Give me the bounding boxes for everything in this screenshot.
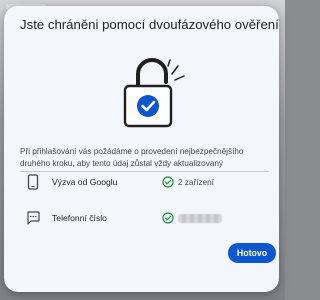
masked-phone-number — [178, 214, 222, 223]
done-button[interactable]: Hotovo — [228, 243, 276, 263]
two-step-verification-dialog: Jste chráněni pomocí dvoufázového ověřen… — [4, 6, 279, 292]
dialog-description: Při přihlašování vás požádáme o proveden… — [20, 147, 244, 168]
divider — [20, 171, 269, 172]
method-label-phone-number: Telefonní číslo — [52, 213, 107, 223]
check-circle-icon — [162, 212, 174, 224]
method-label-google-prompt: Výzva od Googlu — [52, 177, 118, 187]
dialog-title: Jste chráněni pomocí dvoufázového ověřen… — [20, 17, 279, 32]
check-circle-icon — [162, 176, 174, 188]
sms-icon — [27, 211, 40, 225]
lock-check-icon — [123, 58, 185, 128]
method-value-devices: 2 zařízení — [178, 178, 214, 187]
phone-icon — [27, 174, 39, 190]
